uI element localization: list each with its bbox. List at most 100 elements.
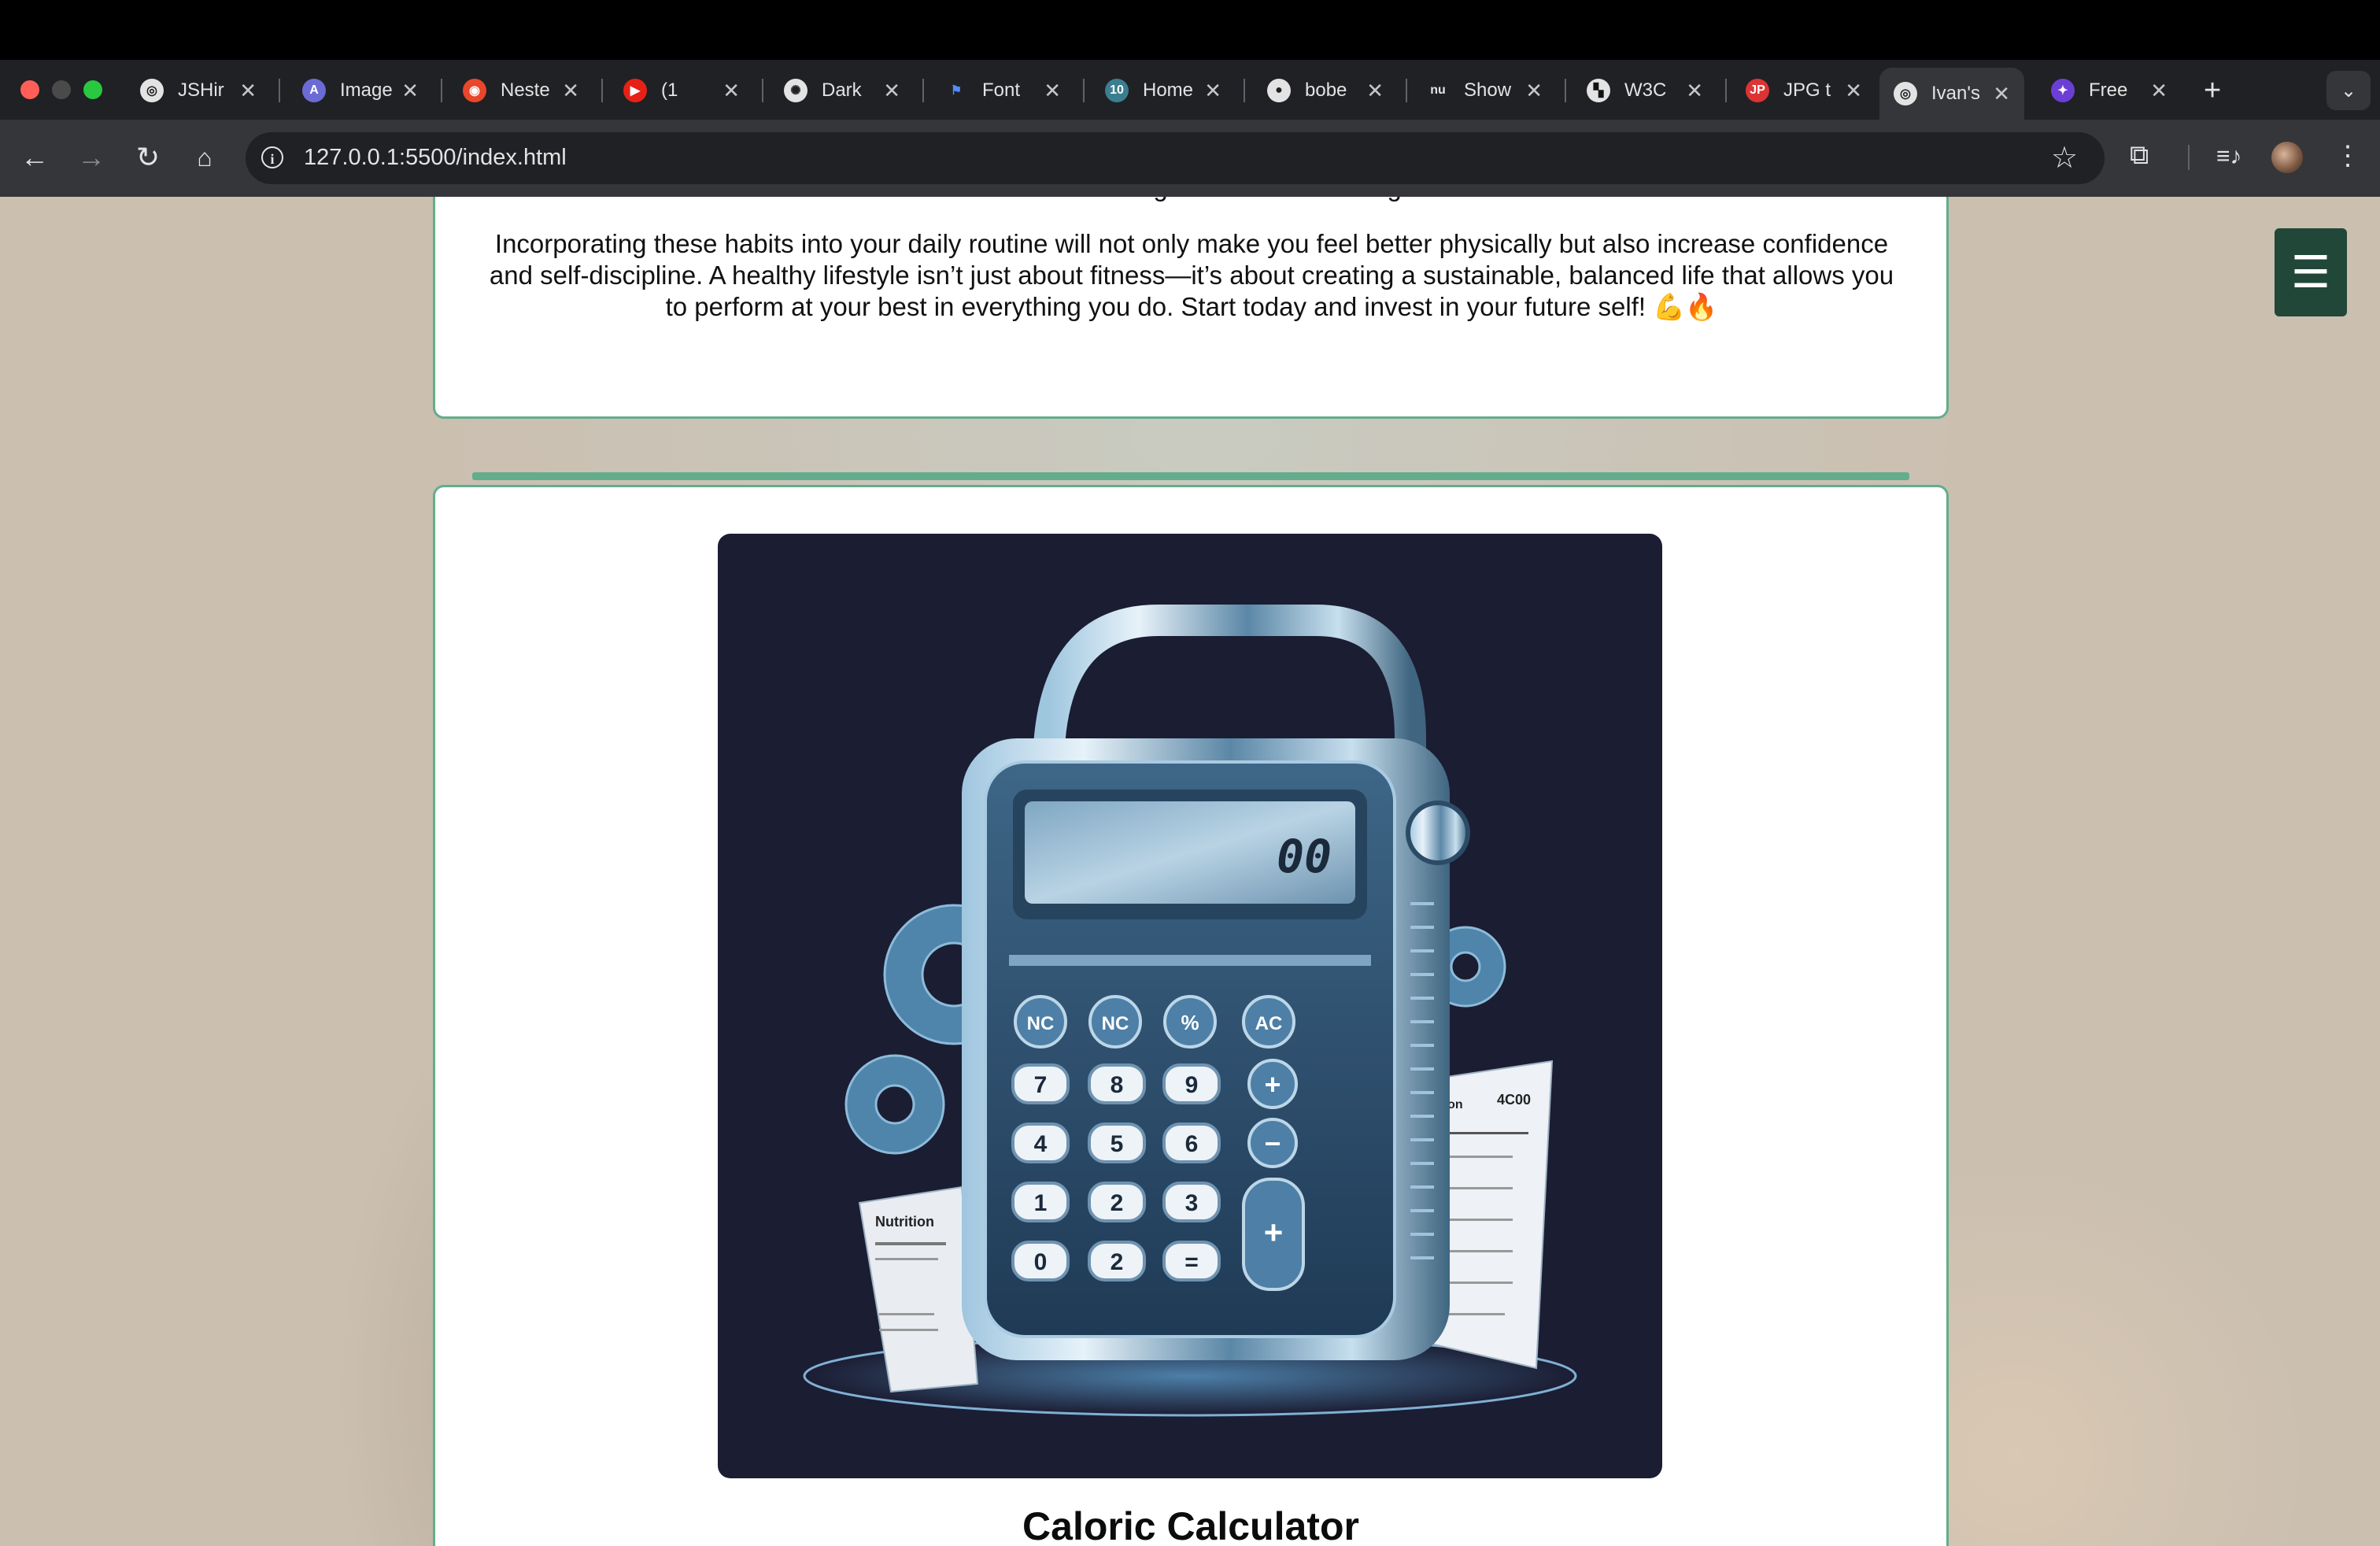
globe-icon: ◎ [1894, 82, 1917, 105]
globe-icon: ◎ [140, 79, 164, 102]
tab-title: Show [1464, 80, 1512, 101]
more-menu-icon[interactable]: ⋮ [2334, 140, 2361, 172]
profile-avatar[interactable] [2271, 142, 2303, 173]
tab-title: Home [1143, 80, 1194, 101]
url-text[interactable]: 127.0.0.1:5500/index.html [304, 145, 567, 171]
tab-separator [441, 79, 442, 102]
browser-tab[interactable]: ◎ Ivan's ✕ [1879, 68, 2024, 120]
browser-tab[interactable]: ✦ Free ✕ [2037, 68, 2182, 113]
github-icon: ● [1267, 79, 1291, 102]
close-tab-icon[interactable]: ✕ [1686, 79, 1703, 103]
browser-tab[interactable]: ▶ (1 ✕ [609, 68, 754, 113]
browser-tab[interactable]: ● bobe ✕ [1253, 68, 1398, 113]
home-button[interactable]: ⌂ [186, 139, 224, 176]
tab-separator [1406, 79, 1407, 102]
chevron-down-icon: ⌄ [2340, 80, 2357, 102]
menu-toggle-button[interactable]: ☰ [2275, 228, 2347, 316]
close-tab-icon[interactable]: ✕ [883, 79, 900, 103]
svg-text:1: 1 [1034, 1190, 1048, 1216]
tab-title: (1 [661, 80, 678, 101]
close-tab-icon[interactable]: ✕ [1993, 82, 2010, 106]
home-icon: ⌂ [197, 142, 213, 172]
page-viewport: contributes to a longer and more fulfill… [0, 197, 2380, 1546]
zoom-window-button[interactable] [83, 80, 102, 99]
w3schools-icon: 10 [1105, 79, 1129, 102]
back-button[interactable]: ← [16, 139, 54, 176]
extensions-puzzle-icon[interactable]: ⧉ [2130, 140, 2149, 171]
minimize-window-button[interactable] [52, 80, 71, 99]
browser-tab[interactable]: JP JPG t ✕ [1731, 68, 1876, 113]
calculator-illustration: Nutrition Nutrition 4C00 [718, 534, 1662, 1478]
tab-title: JPG t [1783, 80, 1831, 101]
browser-tab[interactable]: 10 Home ✕ [1091, 68, 1236, 113]
media-control-icon[interactable]: ≡♪ [2216, 143, 2242, 170]
svg-text:NC: NC [1102, 1013, 1129, 1034]
tab-title: Dark [822, 80, 862, 101]
nu-icon: nu [1426, 79, 1450, 102]
tab-title: Free [2089, 80, 2128, 101]
tab-title: Neste [501, 80, 550, 101]
svg-text:9: 9 [1185, 1072, 1199, 1098]
arrow-right-icon: → [77, 141, 105, 173]
svg-text:5: 5 [1111, 1131, 1124, 1157]
tab-title: Ivan's [1931, 83, 1980, 104]
close-tab-icon[interactable]: ✕ [2150, 79, 2168, 103]
close-tab-icon[interactable]: ✕ [401, 79, 419, 103]
os-menu-bar [0, 0, 2380, 60]
tab-title: W3C [1624, 80, 1667, 101]
forward-button[interactable]: → [72, 139, 110, 176]
new-tab-button[interactable]: + [2204, 72, 2221, 109]
svg-text:4: 4 [1034, 1131, 1048, 1157]
site-info-icon[interactable]: i [261, 146, 283, 168]
close-tab-icon[interactable]: ✕ [1044, 79, 1061, 103]
w3c-icon: ▚ [1587, 79, 1610, 102]
svg-text:2: 2 [1111, 1190, 1124, 1216]
ai-image-icon: A [302, 79, 326, 102]
section-title: Caloric Calculator [1022, 1504, 1359, 1546]
tab-separator [1083, 79, 1085, 102]
tab-title: Image [340, 80, 393, 101]
tab-separator [1565, 79, 1566, 102]
browser-tab[interactable]: ⚑ Font ✕ [930, 68, 1075, 113]
tab-title: JSHir [178, 80, 224, 101]
close-tab-icon[interactable]: ✕ [1525, 79, 1543, 103]
browser-tab[interactable]: A Image ✕ [288, 68, 433, 113]
tab-title: Font [982, 80, 1021, 101]
bookmark-star-icon[interactable]: ☆ [2051, 140, 2078, 176]
hamburger-icon: ☰ [2290, 247, 2331, 297]
close-tab-icon[interactable]: ✕ [722, 79, 740, 103]
svg-text:2: 2 [1111, 1249, 1124, 1275]
arrow-left-icon: ← [20, 141, 49, 173]
svg-text:−: − [1264, 1127, 1281, 1160]
tab-separator [922, 79, 924, 102]
jpg-png-icon: JP [1746, 79, 1769, 102]
browser-tab[interactable]: ◉ Neste ✕ [449, 68, 593, 113]
svg-text:7: 7 [1034, 1072, 1048, 1098]
reload-icon: ↻ [135, 141, 161, 173]
svg-text:NC: NC [1027, 1013, 1055, 1034]
close-window-button[interactable] [20, 80, 39, 99]
browser-tab[interactable]: ◎ JSHir ✕ [126, 68, 271, 113]
svg-text:+: + [1264, 1214, 1284, 1251]
section-divider [472, 472, 1909, 480]
close-tab-icon[interactable]: ✕ [562, 79, 579, 103]
tab-separator [1244, 79, 1245, 102]
svg-text:%: % [1181, 1011, 1199, 1034]
browser-tab[interactable]: ✺ Dark ✕ [770, 68, 915, 113]
tab-separator [1725, 79, 1727, 102]
article-text: contributes to a longer and more fulfill… [477, 197, 1906, 348]
browser-tab[interactable]: nu Show ✕ [1412, 68, 1557, 113]
sparkle-icon: ✦ [2051, 79, 2075, 102]
tab-search-button[interactable]: ⌄ [2326, 71, 2371, 110]
reload-button[interactable]: ↻ [129, 139, 167, 176]
close-tab-icon[interactable]: ✕ [1845, 79, 1862, 103]
svg-text:4C00: 4C00 [1497, 1092, 1531, 1108]
close-tab-icon[interactable]: ✕ [1366, 79, 1384, 103]
tab-title: bobe [1305, 80, 1347, 101]
close-tab-icon[interactable]: ✕ [239, 79, 257, 103]
svg-text:+: + [1264, 1068, 1281, 1100]
svg-text:=: = [1184, 1249, 1199, 1275]
close-tab-icon[interactable]: ✕ [1204, 79, 1221, 103]
browser-tab[interactable]: ▚ W3C ✕ [1572, 68, 1717, 113]
svg-text:6: 6 [1185, 1131, 1199, 1157]
